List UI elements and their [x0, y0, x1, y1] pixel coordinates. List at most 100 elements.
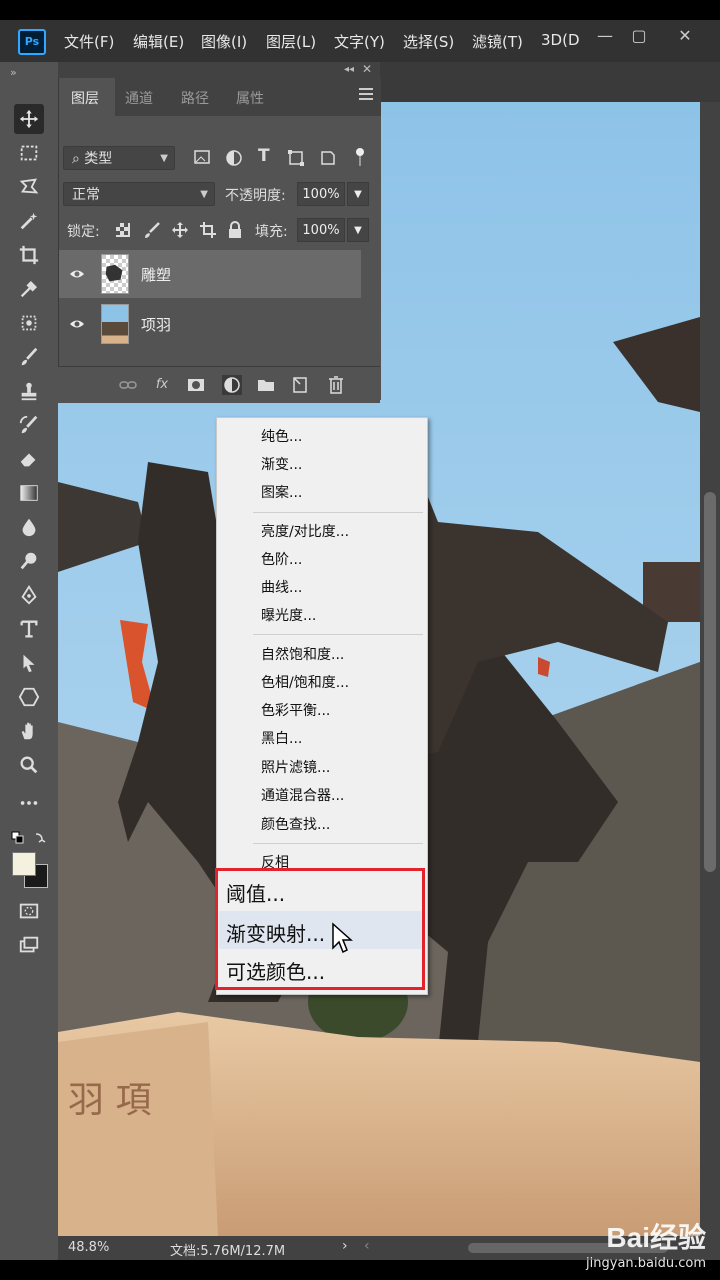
- menu-item-pattern[interactable]: 图案...: [261, 482, 302, 502]
- menu-item-color-lookup[interactable]: 颜色查找...: [261, 814, 330, 834]
- filter-kind-select[interactable]: ⌕ 类型 ▼: [63, 146, 175, 170]
- hand-tool-icon[interactable]: [14, 716, 44, 746]
- eraser-tool-icon[interactable]: [14, 444, 44, 474]
- status-arrow-icon[interactable]: ›: [342, 1238, 348, 1254]
- watermark-url: jingyan.baidu.com: [586, 1256, 706, 1271]
- tab-channels[interactable]: 通道: [125, 88, 153, 108]
- menu-item-levels[interactable]: 色阶...: [261, 549, 302, 569]
- fill-chevron-icon[interactable]: ▼: [347, 218, 369, 242]
- menu-item-photo-filter[interactable]: 照片滤镜...: [261, 757, 330, 777]
- scrollbar-thumb[interactable]: [704, 492, 716, 872]
- menu-type[interactable]: 文字(Y): [334, 31, 385, 52]
- opacity-chevron-icon[interactable]: ▼: [347, 182, 369, 206]
- tools-expand-icon[interactable]: »: [10, 66, 17, 79]
- marquee-tool-icon[interactable]: [14, 138, 44, 168]
- restore-icon[interactable]: ▢: [620, 24, 658, 48]
- panel-menu-icon[interactable]: [359, 88, 373, 100]
- visibility-eye-icon[interactable]: [69, 267, 85, 281]
- menu-image[interactable]: 图像(I): [201, 31, 247, 52]
- lock-label: 锁定:: [67, 224, 100, 240]
- move-tool-icon[interactable]: [14, 104, 44, 134]
- brush-tool-icon[interactable]: [14, 342, 44, 372]
- stamp-tool-icon[interactable]: [14, 376, 44, 406]
- magic-wand-icon[interactable]: [14, 206, 44, 236]
- more-tools-icon[interactable]: [14, 788, 44, 818]
- menu-item-black-white[interactable]: 黑白...: [261, 728, 302, 748]
- fill-input[interactable]: 100%: [297, 218, 345, 242]
- color-swatches[interactable]: [12, 852, 48, 888]
- crop-tool-icon[interactable]: [14, 240, 44, 270]
- menu-item-solid-color[interactable]: 纯色...: [261, 426, 302, 446]
- menu-file[interactable]: 文件(F): [64, 31, 114, 52]
- lock-artboard-icon[interactable]: [199, 221, 217, 239]
- filter-pixel-icon[interactable]: [193, 149, 211, 165]
- quick-mask-icon[interactable]: [14, 896, 44, 926]
- filter-adjustment-icon[interactable]: [225, 149, 243, 167]
- tab-paths[interactable]: 路径: [181, 88, 209, 108]
- blend-mode-select[interactable]: 正常 ▼: [63, 182, 215, 206]
- foreground-color-swatch[interactable]: [12, 852, 36, 876]
- add-mask-icon[interactable]: [186, 375, 206, 395]
- collapse-panel-icon[interactable]: ◂◂: [344, 64, 354, 75]
- screen-mode-icon[interactable]: [14, 930, 44, 960]
- menu-item-vibrance[interactable]: 自然饱和度...: [261, 644, 344, 664]
- opacity-input[interactable]: 100%: [297, 182, 345, 206]
- type-tool-icon[interactable]: [14, 614, 44, 644]
- photoshop-logo: Ps: [18, 29, 46, 55]
- lock-position-icon[interactable]: [171, 221, 189, 239]
- zoom-level[interactable]: 48.8%: [68, 1240, 109, 1255]
- pen-tool-icon[interactable]: [14, 580, 44, 610]
- vertical-scrollbar[interactable]: [700, 102, 720, 1236]
- close-icon[interactable]: ✕: [666, 24, 704, 48]
- menu-select[interactable]: 选择(S): [403, 31, 454, 52]
- close-panel-icon[interactable]: ✕: [362, 62, 372, 76]
- lasso-tool-icon[interactable]: [14, 172, 44, 202]
- hscroll-left-icon[interactable]: ‹: [364, 1238, 370, 1254]
- layer-name[interactable]: 雕塑: [141, 264, 171, 285]
- opacity-label: 不透明度:: [225, 188, 286, 204]
- dodge-tool-icon[interactable]: [14, 546, 44, 576]
- menu-item-brightness-contrast[interactable]: 亮度/对比度...: [261, 521, 349, 541]
- menu-item-curves[interactable]: 曲线...: [261, 577, 302, 597]
- default-colors-icon[interactable]: [8, 824, 48, 854]
- delete-layer-icon[interactable]: [326, 375, 346, 395]
- path-selection-icon[interactable]: [14, 648, 44, 678]
- filter-toggle-icon[interactable]: [355, 146, 365, 168]
- layer-row-xiangyu[interactable]: 项羽: [59, 300, 361, 348]
- blur-tool-icon[interactable]: [14, 512, 44, 542]
- new-layer-icon[interactable]: [290, 375, 310, 395]
- filter-type-icon[interactable]: T: [258, 146, 270, 166]
- visibility-eye-icon[interactable]: [69, 317, 85, 331]
- tab-properties[interactable]: 属性: [236, 88, 264, 108]
- menu-item-hue-saturation[interactable]: 色相/饱和度...: [261, 672, 349, 692]
- healing-brush-icon[interactable]: [14, 308, 44, 338]
- menu-filter[interactable]: 滤镜(T): [472, 31, 523, 52]
- menu-bar: Ps 文件(F) 编辑(E) 图像(I) 图层(L) 文字(Y) 选择(S) 滤…: [0, 20, 720, 62]
- history-brush-icon[interactable]: [14, 410, 44, 440]
- layer-row-sculpture[interactable]: 雕塑: [59, 250, 361, 298]
- eyedropper-icon[interactable]: [14, 274, 44, 304]
- lock-all-icon[interactable]: [227, 221, 243, 239]
- minimize-icon[interactable]: —: [586, 24, 624, 48]
- svg-text:羽 項: 羽 項: [68, 1080, 151, 1121]
- shape-tool-icon[interactable]: [14, 682, 44, 712]
- lock-transparent-icon[interactable]: [115, 222, 131, 238]
- gradient-tool-icon[interactable]: [14, 478, 44, 508]
- menu-item-exposure[interactable]: 曝光度...: [261, 605, 316, 625]
- menu-edit[interactable]: 编辑(E): [133, 31, 184, 52]
- filter-smart-object-icon[interactable]: [319, 149, 337, 167]
- new-group-icon[interactable]: [256, 375, 276, 395]
- menu-item-color-balance[interactable]: 色彩平衡...: [261, 700, 330, 720]
- menu-layer[interactable]: 图层(L): [266, 31, 316, 52]
- zoom-tool-icon[interactable]: [14, 750, 44, 780]
- menu-item-channel-mixer[interactable]: 通道混合器...: [261, 785, 344, 805]
- tab-layers[interactable]: 图层: [71, 88, 99, 108]
- lock-image-icon[interactable]: [143, 221, 161, 239]
- menu-item-gradient[interactable]: 渐变...: [261, 454, 302, 474]
- filter-shape-icon[interactable]: [287, 149, 305, 167]
- adjustment-layer-icon[interactable]: [222, 375, 242, 395]
- link-layers-icon[interactable]: [118, 375, 138, 395]
- menu-3d[interactable]: 3D(D: [541, 31, 580, 49]
- layer-name[interactable]: 项羽: [141, 314, 171, 335]
- fx-button[interactable]: fx: [152, 375, 172, 395]
